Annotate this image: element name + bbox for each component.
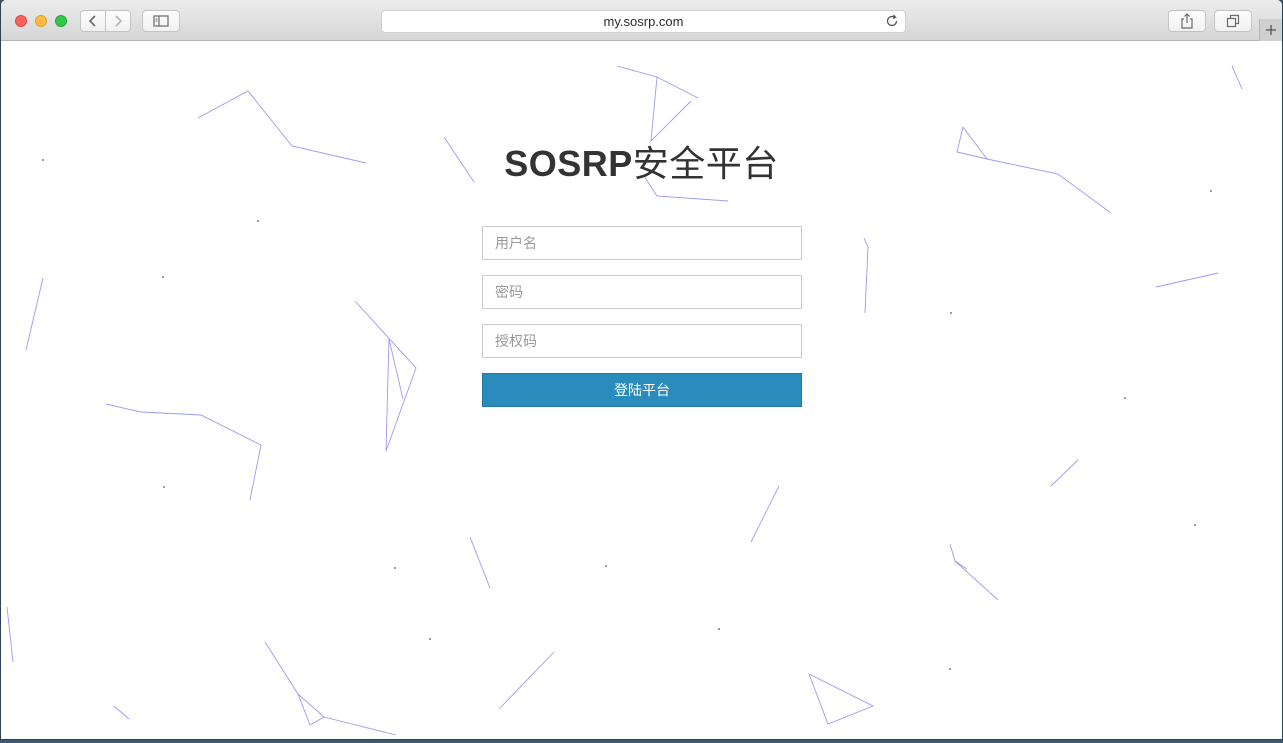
address-bar[interactable]: my.sosrp.com bbox=[381, 10, 906, 33]
browser-toolbar: my.sosrp.com bbox=[1, 0, 1282, 41]
page-title-suffix: 安全平台 bbox=[632, 143, 779, 184]
network-edge bbox=[616, 65, 699, 99]
network-edge bbox=[105, 403, 262, 501]
close-window-button[interactable] bbox=[15, 15, 27, 27]
sidebar-icon bbox=[153, 15, 169, 27]
network-edge bbox=[113, 705, 130, 720]
network-edge bbox=[1231, 65, 1243, 90]
page-content: SOSRP安全平台 登陆平台 bbox=[1, 41, 1282, 739]
network-edge bbox=[1050, 459, 1079, 487]
plus-icon bbox=[1266, 25, 1276, 35]
network-edge bbox=[750, 485, 780, 543]
share-button[interactable] bbox=[1168, 10, 1206, 32]
network-node bbox=[257, 220, 259, 222]
zoom-window-button[interactable] bbox=[55, 15, 67, 27]
network-node bbox=[1124, 397, 1126, 399]
network-edge bbox=[650, 76, 692, 143]
page-title-brand: SOSRP bbox=[504, 143, 633, 184]
login-button[interactable]: 登陆平台 bbox=[482, 373, 802, 407]
network-edge bbox=[25, 277, 44, 351]
browser-window: my.sosrp.com SOSRP安全平台 登陆平台 bbox=[1, 0, 1282, 739]
network-edge bbox=[354, 300, 417, 452]
network-node bbox=[394, 567, 396, 569]
network-node bbox=[950, 312, 952, 314]
authcode-input[interactable] bbox=[482, 324, 802, 358]
network-node bbox=[1194, 524, 1196, 526]
network-node bbox=[949, 668, 951, 670]
network-edge bbox=[498, 651, 555, 710]
tabs-icon bbox=[1226, 14, 1240, 28]
chevron-right-icon bbox=[115, 15, 123, 27]
network-edge bbox=[323, 716, 397, 736]
network-edge bbox=[6, 606, 14, 663]
reload-icon[interactable] bbox=[885, 14, 899, 28]
new-tab-button[interactable] bbox=[1259, 19, 1282, 41]
forward-button[interactable] bbox=[105, 10, 131, 32]
password-input[interactable] bbox=[482, 275, 802, 309]
url-text: my.sosrp.com bbox=[603, 14, 684, 29]
network-edge bbox=[469, 536, 491, 589]
back-button[interactable] bbox=[80, 10, 106, 32]
show-tabs-button[interactable] bbox=[1214, 10, 1252, 32]
page-title: SOSRP安全平台 bbox=[1, 135, 1282, 187]
network-node bbox=[605, 565, 607, 567]
share-icon bbox=[1181, 13, 1193, 29]
network-edge bbox=[949, 543, 999, 601]
network-edge bbox=[264, 641, 325, 726]
network-node bbox=[163, 486, 165, 488]
network-edge bbox=[1155, 272, 1219, 288]
network-edge bbox=[863, 237, 869, 314]
username-input[interactable] bbox=[482, 226, 802, 260]
chevron-left-icon bbox=[88, 15, 96, 27]
network-edge bbox=[808, 673, 875, 725]
network-node bbox=[718, 628, 720, 630]
network-node bbox=[1210, 190, 1212, 192]
sidebar-toggle-button[interactable] bbox=[142, 10, 180, 32]
network-node bbox=[162, 276, 164, 278]
network-edge bbox=[954, 560, 968, 570]
minimize-window-button[interactable] bbox=[35, 15, 47, 27]
network-node bbox=[429, 638, 431, 640]
